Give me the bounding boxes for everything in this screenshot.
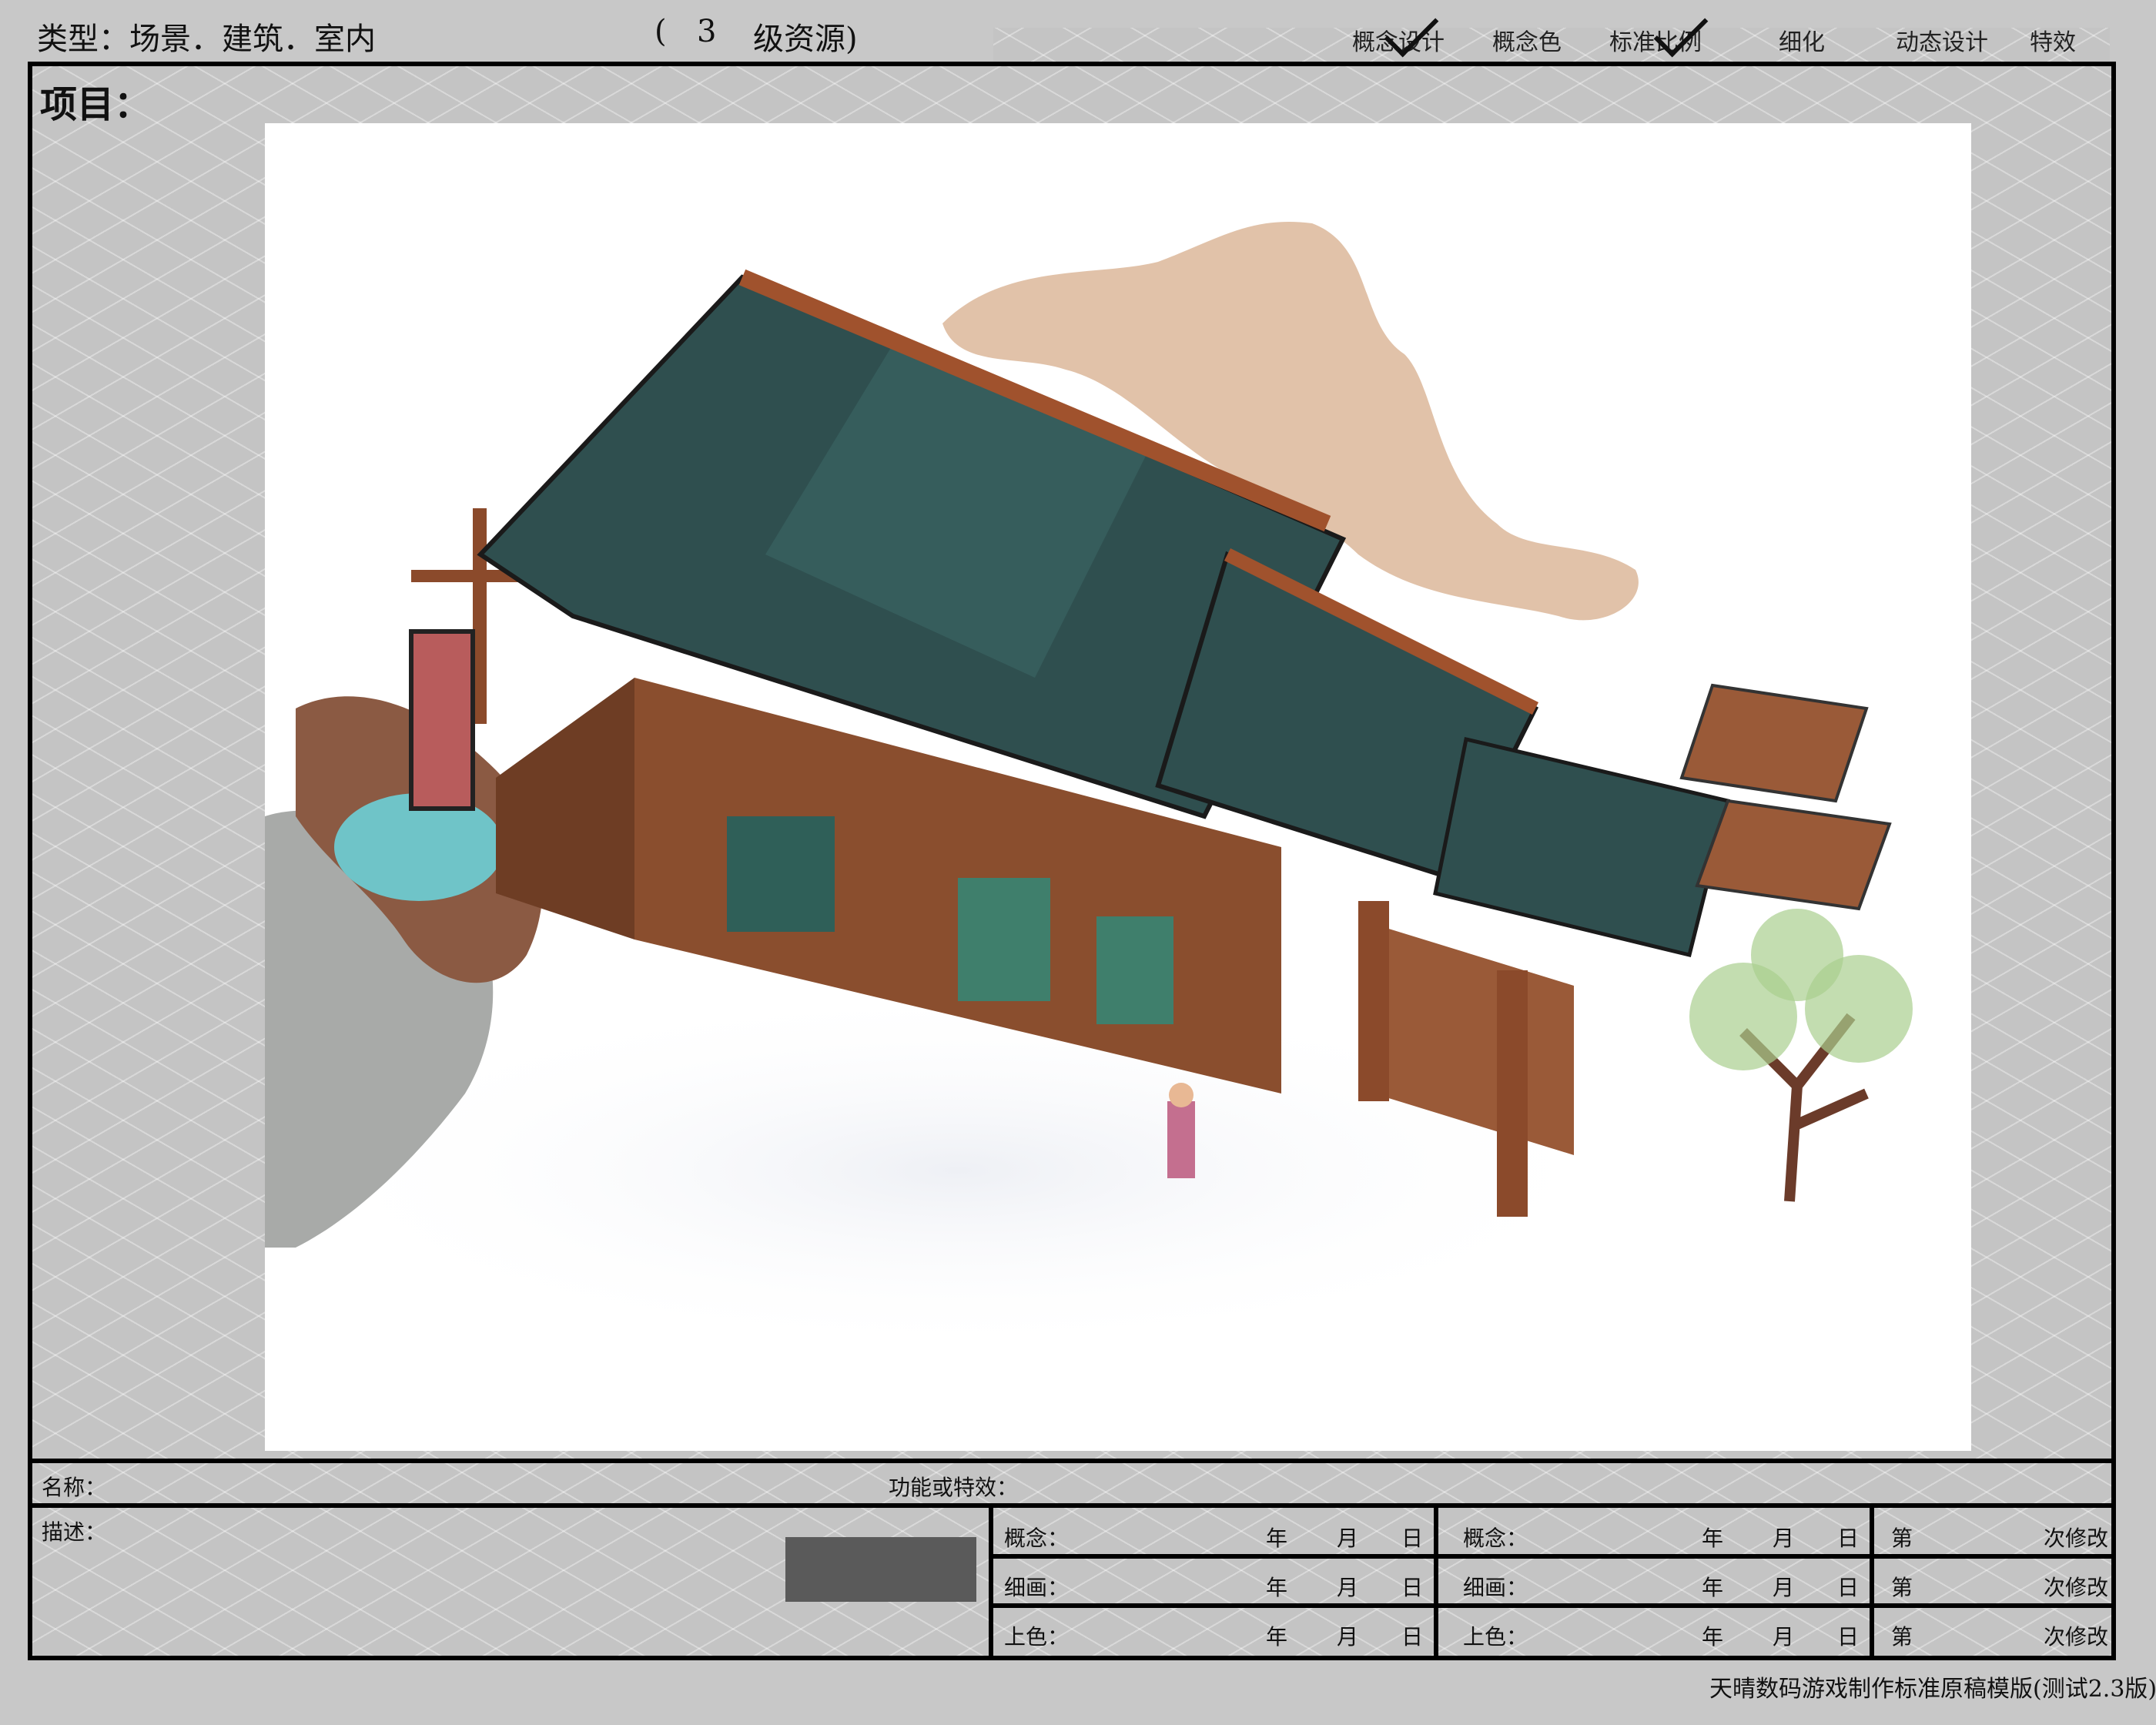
stage-effects: 特效	[2030, 29, 2076, 56]
divider	[1434, 1503, 1438, 1660]
name-label: 名称：	[42, 1475, 107, 1500]
divider	[989, 1503, 993, 1660]
function-label: 功能或特效：	[889, 1475, 1019, 1500]
divider	[28, 1503, 2116, 1508]
temple-illustration	[265, 222, 1913, 1355]
description-label: 描述：	[42, 1519, 107, 1545]
day-label: 日	[1837, 1624, 1860, 1650]
day-label: 日	[1401, 1526, 1424, 1551]
year-label: 年	[1266, 1526, 1288, 1551]
stage-concept-color: 概念色	[1492, 29, 1562, 56]
year-label: 年	[1702, 1526, 1724, 1551]
month-label: 月	[1773, 1575, 1795, 1600]
date-label: 概念：	[1463, 1526, 1528, 1551]
divider	[28, 1459, 2116, 1463]
year-label: 年	[1702, 1624, 1724, 1650]
divider	[989, 1603, 2116, 1608]
revision-suffix: 次修改	[2044, 1575, 2109, 1600]
year-label: 年	[1702, 1575, 1724, 1600]
artwork-canvas	[265, 123, 1971, 1451]
level-text: 级资源)	[753, 22, 858, 57]
day-label: 日	[1401, 1624, 1424, 1650]
day-label: 日	[1837, 1526, 1860, 1551]
date-label: 细画：	[1463, 1575, 1528, 1600]
year-label: 年	[1266, 1575, 1288, 1600]
level-number: 3	[697, 14, 717, 49]
day-label: 日	[1401, 1575, 1424, 1600]
revision-prefix: 第	[1891, 1526, 1913, 1551]
date-label: 上色：	[1463, 1624, 1528, 1650]
month-label: 月	[1337, 1624, 1359, 1650]
revision-suffix: 次修改	[2044, 1624, 2109, 1650]
template-footer: 天晴数码游戏制作标准原稿模版(测试2.3版)	[1709, 1676, 2156, 1703]
month-label: 月	[1337, 1575, 1359, 1600]
month-label: 月	[1773, 1624, 1795, 1650]
month-label: 月	[1773, 1526, 1795, 1551]
date-label: 上色：	[1004, 1624, 1070, 1650]
day-label: 日	[1837, 1575, 1860, 1600]
project-label: 项目：	[40, 83, 152, 126]
year-label: 年	[1266, 1624, 1288, 1650]
revision-prefix: 第	[1891, 1575, 1913, 1600]
divider	[989, 1554, 2116, 1559]
type-value: 场景．建筑．室内	[129, 22, 376, 57]
level-paren: (	[654, 14, 667, 49]
revision-prefix: 第	[1891, 1624, 1913, 1650]
date-label: 概念：	[1004, 1526, 1070, 1551]
revision-suffix: 次修改	[2044, 1526, 2109, 1551]
divider	[1870, 1503, 1874, 1660]
type-label: 类型：	[37, 22, 129, 57]
stage-refine: 细化	[1779, 29, 1825, 56]
stage-motion-design: 动态设计	[1896, 29, 1988, 56]
month-label: 月	[1337, 1526, 1359, 1551]
date-label: 细画：	[1004, 1575, 1070, 1600]
stamp-box	[785, 1537, 976, 1602]
